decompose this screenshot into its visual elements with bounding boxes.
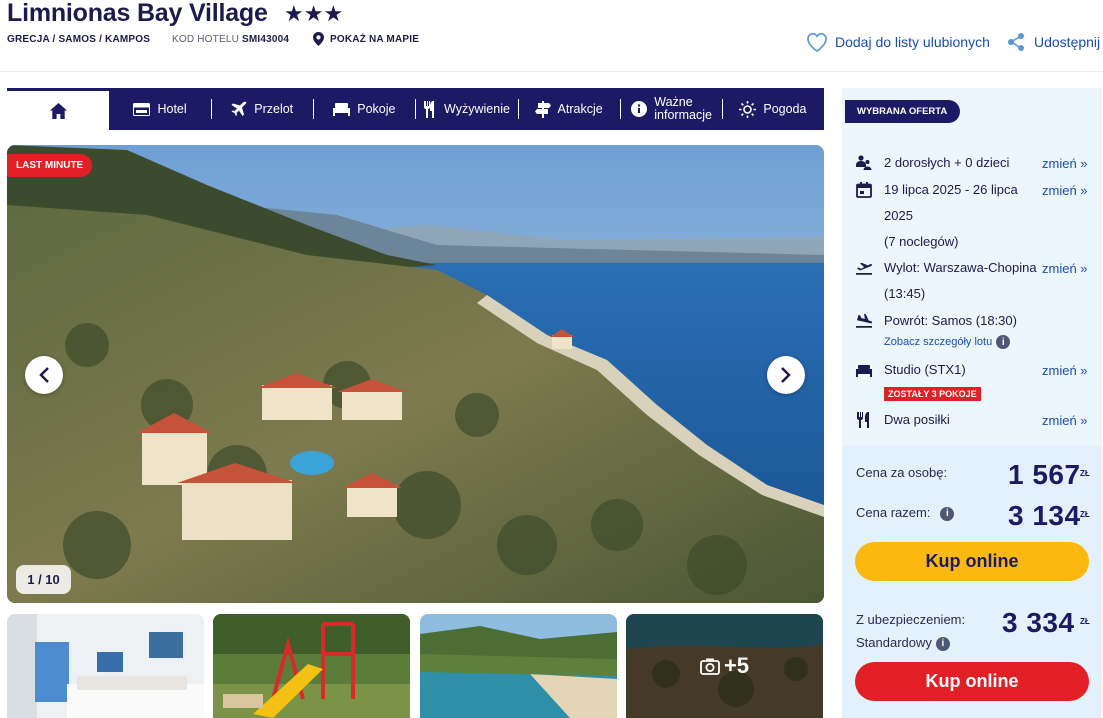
offer-board-text: Dwa posiłki xyxy=(884,412,950,427)
insurance-plan-text: Standardowy xyxy=(856,635,932,650)
show-map-label: POKAŻ NA MAPIE xyxy=(330,33,420,45)
tab-rooms[interactable]: Pokoje xyxy=(313,88,415,130)
price-total: 3 134 xyxy=(1008,500,1081,531)
main-photo[interactable] xyxy=(7,145,824,603)
chevron-left-icon xyxy=(39,367,49,383)
plane-icon xyxy=(231,101,247,116)
home-icon xyxy=(49,102,67,119)
cutlery-icon xyxy=(424,100,435,118)
gallery-prev-button[interactable] xyxy=(25,356,63,394)
share-label: Udostępnij xyxy=(1034,34,1101,50)
bed-icon xyxy=(856,365,872,377)
gallery-next-button[interactable] xyxy=(767,356,805,394)
buy-online-button[interactable]: Kup online xyxy=(855,542,1089,581)
tab-flight-label: Przelot xyxy=(254,101,294,116)
last-minute-badge: LAST MINUTE xyxy=(7,154,93,177)
hotel-code-label: KOD HOTELU xyxy=(172,34,240,45)
buy-online-insured-button[interactable]: Kup online xyxy=(855,662,1089,701)
calendar-icon xyxy=(856,182,872,198)
insurance-info-icon[interactable]: i xyxy=(935,636,950,651)
add-to-favorites-button[interactable]: Dodaj do listy ulubionych xyxy=(806,32,990,52)
gallery-thumbnail[interactable] xyxy=(213,614,410,718)
tab-important-info-label: Ważne informacje xyxy=(654,95,712,122)
price-per-person: 1 567 xyxy=(1008,459,1081,490)
people-icon xyxy=(856,155,872,170)
currency-label: ZŁ xyxy=(1080,469,1090,478)
offer-dates-text: 19 lipca 2025 - 26 lipca 2025 xyxy=(884,182,1018,223)
offer-departure-text: Wylot: Warszawa-Chopina (13:45) xyxy=(884,260,1037,301)
selected-offer-chip: WYBRANA OFERTA xyxy=(845,100,961,123)
tab-weather[interactable]: Pogoda xyxy=(721,88,824,130)
hotel-icon xyxy=(133,102,151,116)
breadcrumb[interactable]: GRECJA / SAMOS / KAMPOS xyxy=(7,34,150,45)
chevron-right-icon xyxy=(781,367,791,383)
cutlery-icon xyxy=(857,412,869,428)
share-button[interactable]: Udostępnij xyxy=(1006,32,1100,52)
show-map-link[interactable]: POKAŻ NA MAPIE xyxy=(313,32,419,46)
price-info-icon[interactable]: i xyxy=(940,506,955,521)
more-photos-overlay: +5 xyxy=(626,614,823,718)
signpost-icon xyxy=(534,100,551,118)
tab-hotel[interactable]: Hotel xyxy=(109,88,211,130)
room-interior-photo xyxy=(7,614,204,718)
offer-room-text: Studio (STX1) xyxy=(884,362,966,377)
hotel-tabs: Hotel Przelot Pokoje Wyżywienie Atrakcje… xyxy=(7,88,824,130)
flight-details-link[interactable]: Zobacz szczegóły lotu i xyxy=(884,335,1011,349)
flight-info-icon[interactable]: i xyxy=(996,335,1011,349)
price-per-person-label: Cena za osobę: xyxy=(856,465,948,480)
change-guests-link[interactable]: zmień » xyxy=(1042,156,1088,171)
price-with-insurance: 3 334 xyxy=(1002,607,1075,638)
change-flight-link[interactable]: zmień » xyxy=(1042,261,1088,276)
gallery-counter: 1 / 10 xyxy=(16,565,71,594)
map-pin-icon xyxy=(313,32,324,46)
flight-details-label: Zobacz szczegóły lotu xyxy=(884,335,993,348)
currency-label: ZŁ xyxy=(1080,617,1090,626)
offer-guests-text: 2 dorosłych + 0 dzieci xyxy=(884,155,1010,170)
insurance-plan: Standardowy i xyxy=(856,635,950,651)
more-photos-count: +5 xyxy=(723,653,750,678)
offer-return-text: Powrót: Samos (18:30) xyxy=(884,313,1017,328)
tab-important-info[interactable]: Ważne informacje xyxy=(619,88,722,130)
tab-board-label: Wyżywienie xyxy=(444,101,510,116)
add-to-favorites-label: Dodaj do listy ulubionych xyxy=(835,34,990,50)
currency-label: ZŁ xyxy=(1080,510,1090,519)
plane-arrival-icon xyxy=(856,313,872,328)
price-total-label-text: Cena razem: xyxy=(856,505,931,520)
gallery-thumbnail-more[interactable]: +5 xyxy=(626,614,823,718)
tab-weather-label: Pogoda xyxy=(763,101,807,116)
price-total-label: Cena razem: i xyxy=(856,505,955,521)
offer-nights-text: (7 noclegów) xyxy=(884,234,959,249)
rooms-left-badge: ZOSTAŁY 3 POKOJE xyxy=(884,387,981,401)
hotel-code: KOD HOTELU SMI43004 xyxy=(172,34,289,45)
tab-hotel-label: Hotel xyxy=(157,101,187,116)
bed-icon xyxy=(333,102,351,116)
info-icon xyxy=(631,101,648,117)
tab-attractions[interactable]: Atrakcje xyxy=(517,88,620,130)
hotel-title: Limnionas Bay Village xyxy=(7,0,268,27)
hotel-stars: ★★★ xyxy=(284,1,344,26)
hotel-code-value: SMI43004 xyxy=(242,34,290,45)
tab-attractions-label: Atrakcje xyxy=(557,101,603,116)
playground-photo xyxy=(213,614,410,718)
plane-departure-icon xyxy=(856,262,872,275)
beach-photo xyxy=(420,614,617,718)
gallery-thumbnail[interactable] xyxy=(420,614,617,718)
heart-icon xyxy=(807,32,827,52)
sun-icon xyxy=(739,100,757,118)
offer-panel: WYBRANA OFERTA 2 dorosłych + 0 dzieci zm… xyxy=(842,88,1102,718)
camera-icon xyxy=(700,658,720,675)
tab-home[interactable] xyxy=(7,88,109,130)
gallery-thumbnail[interactable] xyxy=(7,614,204,718)
hotel-header: Limnionas Bay Village ★★★ GRECJA / SAMOS… xyxy=(0,0,1103,72)
tab-flight[interactable]: Przelot xyxy=(211,88,313,130)
tab-board[interactable]: Wyżywienie xyxy=(415,88,517,130)
share-icon xyxy=(1008,33,1024,51)
tab-rooms-label: Pokoje xyxy=(357,101,396,116)
hotel-aerial-photo xyxy=(7,145,824,603)
change-board-link[interactable]: zmień » xyxy=(1042,413,1088,428)
change-room-link[interactable]: zmień » xyxy=(1042,363,1088,378)
change-dates-link[interactable]: zmień » xyxy=(1042,183,1088,198)
insurance-label: Z ubezpieczeniem: xyxy=(856,612,966,627)
